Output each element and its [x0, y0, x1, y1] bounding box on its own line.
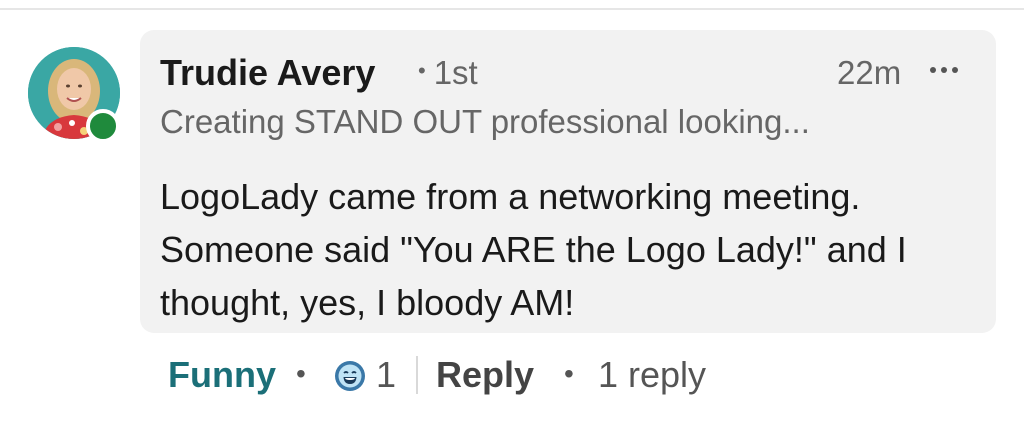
separator-dot: • [418, 58, 426, 83]
top-divider [0, 0, 1024, 10]
author-headline: Creating STAND OUT professional looking.… [160, 103, 810, 140]
divider [416, 356, 418, 394]
connection-degree-label: 1st [433, 54, 478, 91]
separator-dot: • [564, 358, 574, 389]
reaction-count[interactable]: 1 [376, 354, 396, 396]
reaction-button[interactable]: Funny [168, 354, 276, 396]
online-status-indicator [86, 109, 120, 143]
more-options-icon[interactable] [930, 62, 970, 78]
replies-count-link[interactable]: 1 reply [598, 354, 706, 396]
comment-page: Trudie Avery • 1st 22m Creating STAND OUT… [0, 0, 1024, 430]
reply-button[interactable]: Reply [436, 354, 534, 396]
author-name[interactable]: Trudie Avery [160, 52, 375, 94]
comment-timestamp: 22m [837, 54, 902, 91]
comment-actions: Funny • 1 Reply • 1 reply [168, 354, 968, 400]
comment-text: LogoLady came from a networking meeting.… [160, 176, 907, 323]
connection-degree: • 1st [418, 54, 478, 92]
laughing-face-icon[interactable] [334, 360, 366, 392]
separator-dot: • [296, 358, 306, 389]
